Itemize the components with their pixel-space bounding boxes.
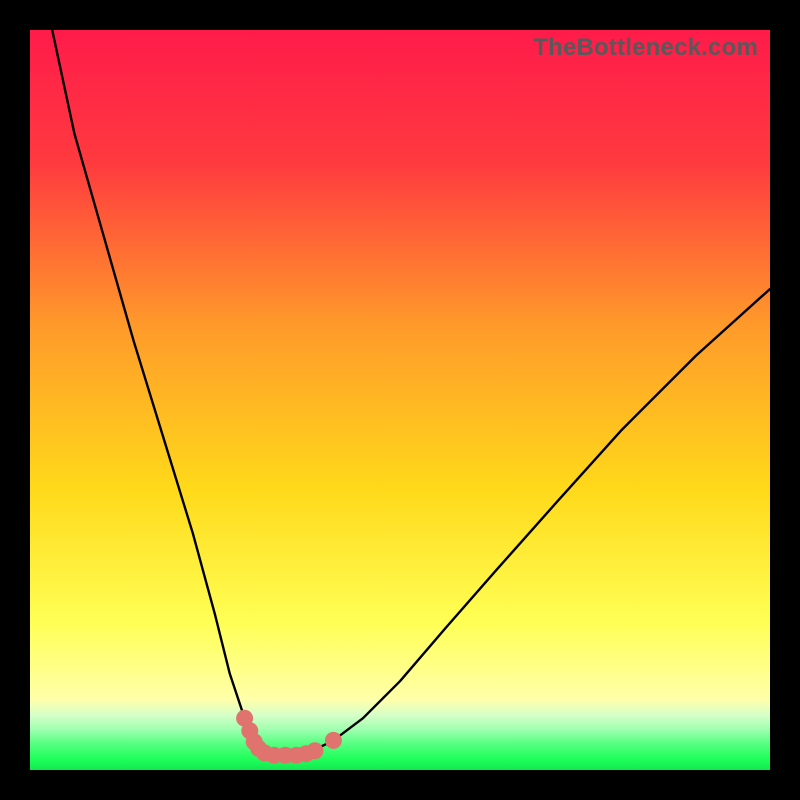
- watermark-text: TheBottleneck.com: [533, 34, 758, 62]
- marker-dot: [306, 742, 323, 759]
- marker-dot: [325, 732, 342, 749]
- curve-markers: [236, 710, 342, 764]
- chart-frame: TheBottleneck.com: [30, 30, 770, 770]
- bottleneck-curve: [30, 30, 770, 770]
